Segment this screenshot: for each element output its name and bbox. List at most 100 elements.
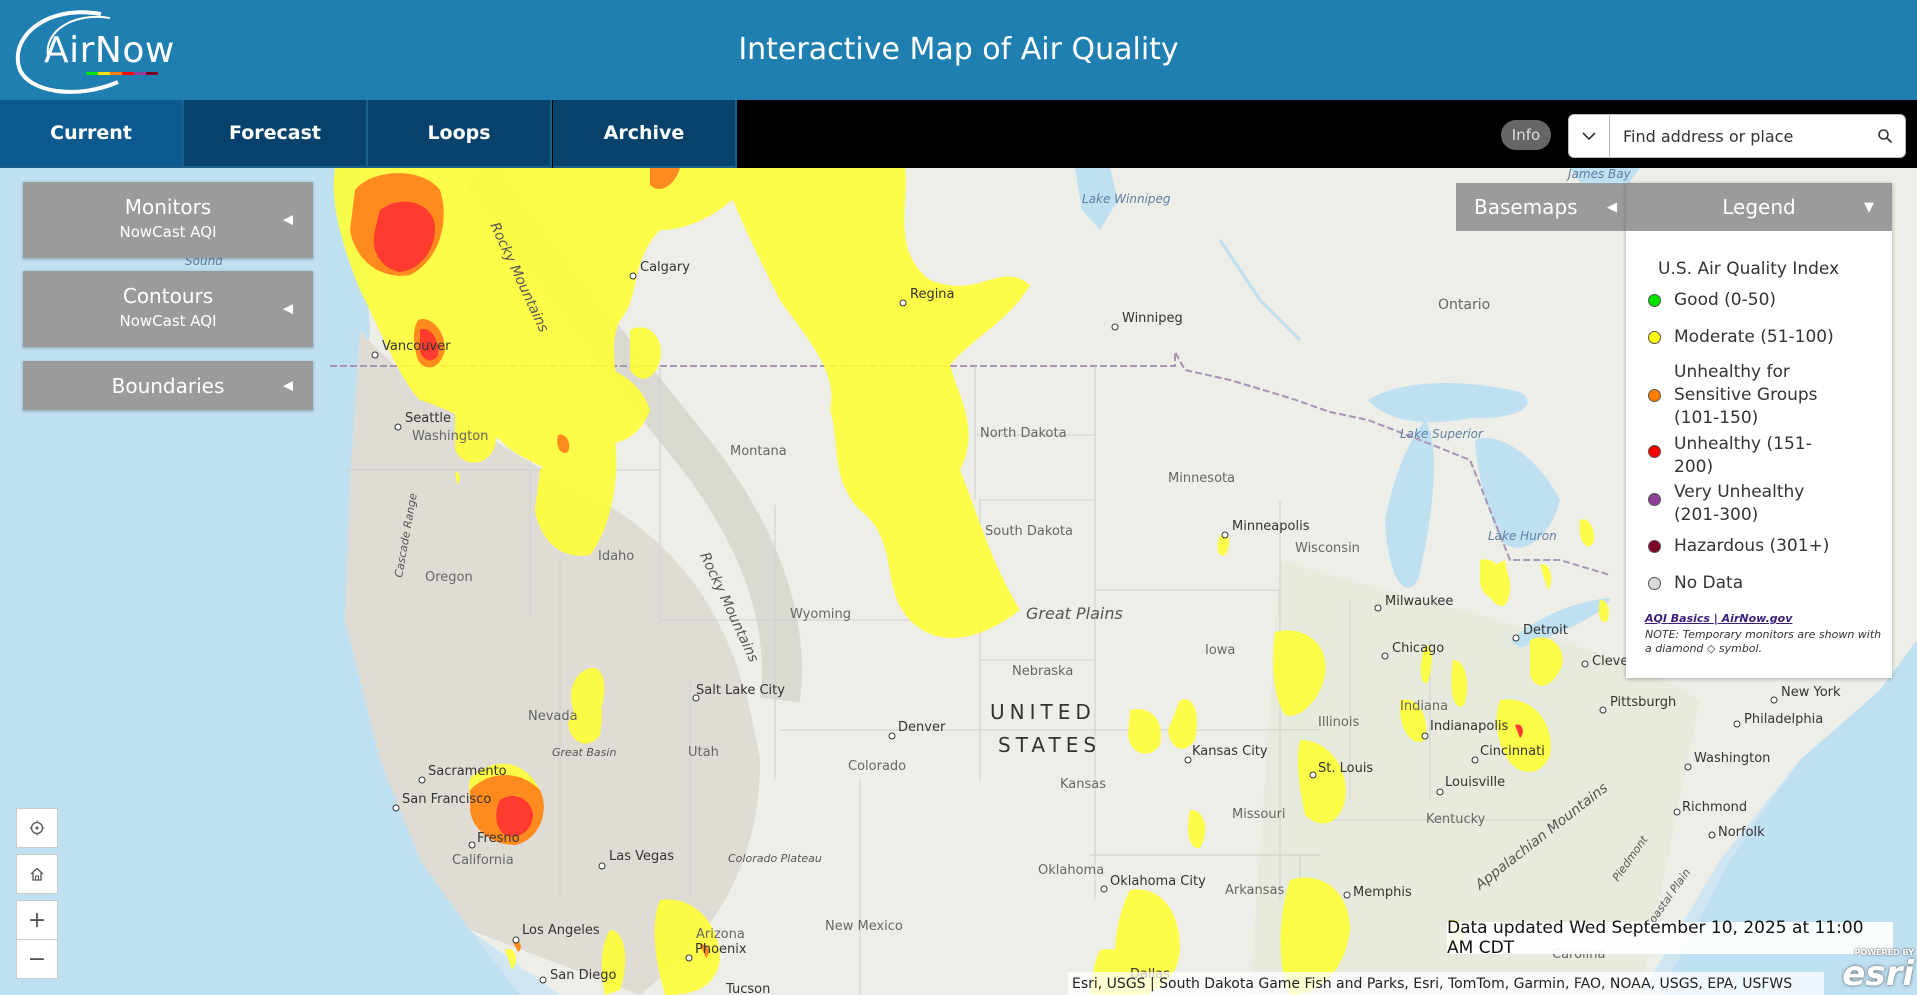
city-philadelphia: Philadelphia <box>1733 712 1823 728</box>
label-sacramento: Sacramento <box>428 764 507 779</box>
caret-down-icon <box>1582 132 1596 141</box>
label-state-washington: Washington <box>412 429 488 444</box>
label-san-diego: San Diego <box>550 968 616 983</box>
label-milwaukee: Milwaukee <box>1385 594 1453 609</box>
label-state-illinois: Illinois <box>1318 715 1359 730</box>
label-memphis: Memphis <box>1353 885 1412 900</box>
label-las-vegas: Las Vegas <box>609 849 674 864</box>
label-state-arizona: Arizona <box>696 927 745 942</box>
label-philadelphia: Philadelphia <box>1744 712 1823 727</box>
city-norfolk: Norfolk <box>1708 825 1765 840</box>
label-great-basin: Great Basin <box>552 746 616 759</box>
search-icon <box>1878 129 1893 144</box>
zoom-out-button[interactable]: − <box>16 939 58 979</box>
legend-dot-unhealthy <box>1648 445 1661 458</box>
label-winnipeg: Winnipeg <box>1122 311 1183 326</box>
basemaps-toggle[interactable]: Basemaps ◀ <box>1456 183 1635 231</box>
label-state-idaho: Idaho <box>598 549 634 564</box>
city-st-louis: St. Louis <box>1309 761 1373 779</box>
label-state-nebraska: Nebraska <box>1012 664 1073 679</box>
label-norfolk: Norfolk <box>1718 825 1765 840</box>
label-country-line1: UNITED <box>990 700 1096 724</box>
label-state-missouri: Missouri <box>1232 807 1286 822</box>
city-fresno: Fresno <box>468 831 520 849</box>
legend-note: NOTE: Temporary monitors are shown with … <box>1645 628 1882 655</box>
tab-archive[interactable]: Archive <box>553 100 737 168</box>
page-title: Interactive Map of Air Quality <box>738 32 1179 67</box>
info-button[interactable]: Info <box>1501 120 1551 150</box>
header-bar: AirNow Interactive Map of Air Quality <box>0 0 1917 100</box>
tab-loops[interactable]: Loops <box>368 100 552 168</box>
label-state-new-mexico: New Mexico <box>825 919 903 934</box>
label-kansas-city: Kansas City <box>1192 744 1268 759</box>
label-calgary: Calgary <box>640 260 690 275</box>
label-state-iowa: Iowa <box>1205 643 1235 658</box>
label-minneapolis: Minneapolis <box>1232 519 1310 534</box>
data-updated-label: Data updated Wed September 10, 2025 at 1… <box>1447 918 1893 958</box>
zoom-in-button[interactable]: + <box>16 900 58 940</box>
monitors-subtitle: NowCast AQI <box>119 223 217 241</box>
label-ontario: Ontario <box>1438 297 1490 313</box>
label-regina: Regina <box>910 287 955 302</box>
search-input[interactable] <box>1611 115 1875 157</box>
legend-item-no-data: No Data <box>1648 572 1743 595</box>
legend-item-usg: Unhealthy for Sensitive Groups (101-150) <box>1648 361 1818 430</box>
label-james-bay: James Bay <box>1566 168 1632 181</box>
boundaries-title: Boundaries <box>111 374 225 398</box>
label-detroit: Detroit <box>1523 623 1568 638</box>
label-lake-superior: Lake Superior <box>1400 427 1484 441</box>
tab-forecast[interactable]: Forecast <box>184 100 368 168</box>
label-state-wyoming: Wyoming <box>790 607 851 622</box>
contours-panel-toggle[interactable]: Contours NowCast AQI ◀ <box>23 271 313 347</box>
legend-toggle[interactable]: Legend ▼ <box>1626 183 1892 231</box>
locate-icon <box>29 820 45 836</box>
legend-item-good: Good (0-50) <box>1648 289 1776 312</box>
label-fresno: Fresno <box>477 831 520 846</box>
label-state-kansas: Kansas <box>1060 777 1106 792</box>
contours-subtitle: NowCast AQI <box>119 312 217 330</box>
legend-dot-no-data <box>1648 577 1661 590</box>
label-great-plains: Great Plains <box>1026 604 1123 623</box>
city-memphis: Memphis <box>1343 885 1412 900</box>
city-tucson: Tucson <box>725 982 770 995</box>
label-country-line2: STATES <box>998 733 1101 757</box>
label-state-colorado: Colorado <box>848 759 906 774</box>
label-state-oregon: Oregon <box>425 570 473 585</box>
label-state-nevada: Nevada <box>528 709 578 724</box>
home-button[interactable] <box>16 854 58 894</box>
legend-item-moderate: Moderate (51-100) <box>1648 326 1834 349</box>
label-vancouver: Vancouver <box>382 339 451 354</box>
caret-left-icon: ◀ <box>283 301 293 317</box>
search-box <box>1568 114 1906 158</box>
legend-item-unhealthy: Unhealthy (151- 200) <box>1648 433 1812 479</box>
basemaps-label: Basemaps <box>1474 195 1578 219</box>
caret-down-icon: ▼ <box>1864 199 1874 215</box>
label-washington: Washington <box>1694 751 1770 766</box>
search-button[interactable] <box>1865 115 1905 157</box>
label-state-north-dakota: North Dakota <box>980 426 1067 441</box>
label-richmond: Richmond <box>1682 800 1747 815</box>
label-state-wisconsin: Wisconsin <box>1295 541 1360 556</box>
locate-button[interactable] <box>16 808 58 848</box>
label-tucson: Tucson <box>725 982 770 995</box>
label-st-louis: St. Louis <box>1318 761 1373 776</box>
esri-logo[interactable]: POWERED BY esri <box>1828 948 1914 992</box>
search-source-dropdown[interactable] <box>1569 115 1610 157</box>
tab-current[interactable]: Current <box>0 100 184 168</box>
label-phoenix: Phoenix <box>695 942 747 957</box>
monitors-panel-toggle[interactable]: Monitors NowCast AQI ◀ <box>23 182 313 258</box>
label-state-utah: Utah <box>688 745 719 760</box>
caret-left-icon: ◀ <box>283 378 293 393</box>
caret-left-icon: ◀ <box>283 212 293 228</box>
home-icon <box>30 867 44 881</box>
label-state-minnesota: Minnesota <box>1168 471 1235 486</box>
label-state-montana: Montana <box>730 444 787 459</box>
legend-dot-usg <box>1648 389 1661 402</box>
label-state-indiana: Indiana <box>1400 699 1448 714</box>
boundaries-panel-toggle[interactable]: Boundaries ◀ <box>23 361 313 410</box>
label-denver: Denver <box>898 720 946 735</box>
label-louisville: Louisville <box>1445 775 1505 790</box>
label-state-california: California <box>452 853 514 868</box>
aqi-basics-link[interactable]: AQI Basics | AirNow.gov <box>1645 612 1792 625</box>
label-state-arkansas: Arkansas <box>1225 883 1284 898</box>
